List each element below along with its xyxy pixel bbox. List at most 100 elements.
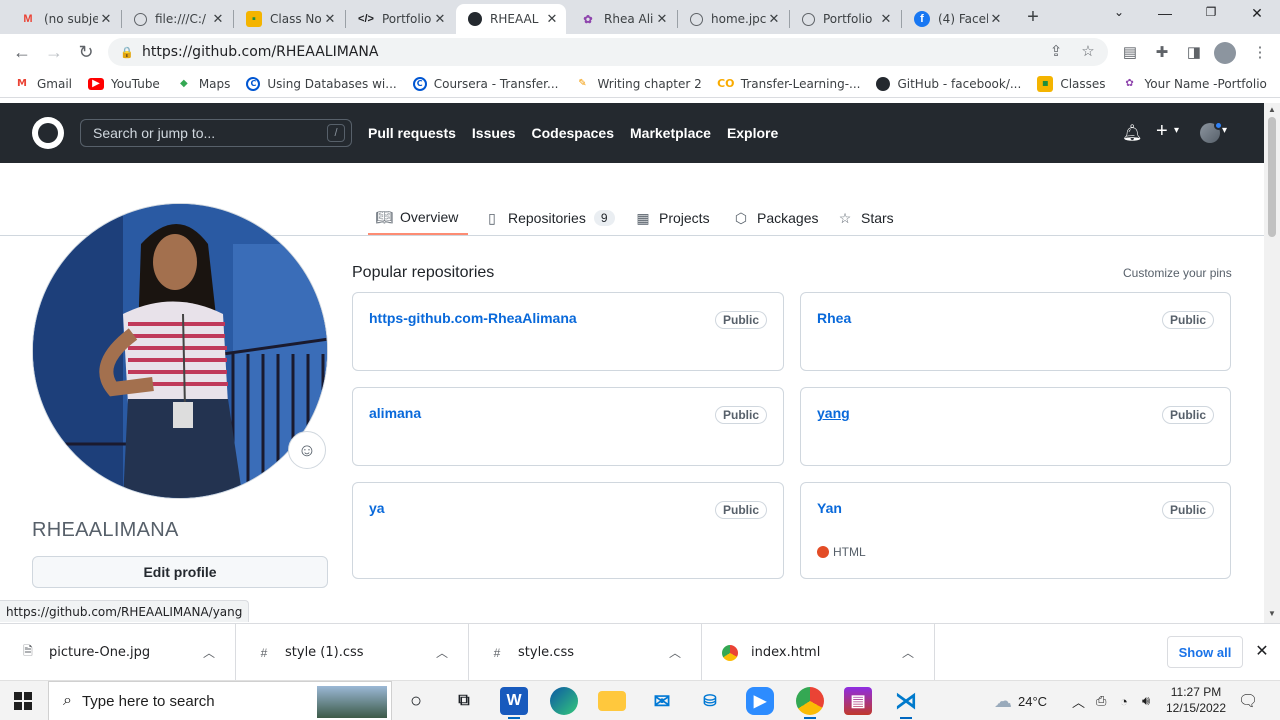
- scroll-down-icon[interactable]: ▼: [1267, 609, 1277, 618]
- repo-link[interactable]: Yan: [817, 500, 842, 516]
- browser-tab[interactable]: home.jpc ✕: [678, 4, 788, 34]
- cortana-icon[interactable]: ○: [402, 687, 430, 715]
- notifications-icon[interactable]: 🗨︎: [1238, 681, 1258, 720]
- show-hidden-icons[interactable]: ︿: [1072, 681, 1085, 720]
- chevron-up-icon[interactable]: ︿: [663, 644, 687, 661]
- profile-avatar[interactable]: [1214, 42, 1236, 64]
- nav-explore[interactable]: Explore: [727, 125, 778, 141]
- scrollbar-thumb[interactable]: [1268, 117, 1276, 237]
- side-panel-icon[interactable]: ◨: [1184, 43, 1204, 63]
- tab-packages[interactable]: ⬡ Packages: [725, 201, 826, 235]
- github-logo-icon[interactable]: [32, 117, 64, 149]
- nav-marketplace[interactable]: Marketplace: [630, 125, 711, 141]
- vscode-app-icon[interactable]: ⋊: [892, 687, 920, 719]
- new-tab-button[interactable]: +: [1022, 6, 1044, 28]
- reading-list-icon[interactable]: ▤: [1120, 43, 1140, 63]
- close-tab-icon[interactable]: ✕: [98, 11, 114, 27]
- download-item[interactable]: index.html ︿: [702, 624, 935, 681]
- meet-now-icon[interactable]: ⎙: [1096, 681, 1106, 720]
- search-input[interactable]: Search or jump to... /: [80, 119, 352, 147]
- browser-tab[interactable]: file:///C:/ ✕: [122, 4, 232, 34]
- browser-tab[interactable]: ✿ Rhea Alir ✕: [568, 4, 676, 34]
- browser-tab[interactable]: ▪ Class No ✕: [234, 4, 344, 34]
- file-explorer-icon[interactable]: [598, 691, 626, 711]
- windows-start-icon[interactable]: [14, 692, 32, 710]
- volume-icon[interactable]: 🔊︎: [1142, 681, 1150, 720]
- tab-projects[interactable]: ▦ Projects: [627, 201, 718, 235]
- page-scrollbar[interactable]: ▲ ▼: [1264, 103, 1280, 623]
- close-tab-icon[interactable]: ✕: [432, 11, 448, 27]
- bookmark-classes[interactable]: ▪ Classes: [1037, 75, 1106, 92]
- bookmark-gmail[interactable]: M Gmail: [14, 76, 72, 92]
- close-tab-icon[interactable]: ✕: [878, 11, 894, 27]
- wifi-icon[interactable]: ◔: [1120, 681, 1128, 720]
- extensions-icon[interactable]: ✚: [1152, 43, 1172, 63]
- menu-icon[interactable]: ⋮: [1250, 43, 1270, 63]
- bell-icon[interactable]: 🔔︎: [1122, 123, 1142, 143]
- tab-repositories[interactable]: ▯ Repositories 9: [476, 201, 623, 235]
- tab-overview[interactable]: 📖︎ Overview: [368, 201, 468, 235]
- close-tab-icon[interactable]: ✕: [654, 11, 670, 27]
- word-app-icon[interactable]: W: [500, 687, 528, 719]
- task-view-icon[interactable]: ⧉: [450, 687, 478, 715]
- bookmark-portfolio[interactable]: ✿ Your Name -Portfolio: [1122, 76, 1267, 92]
- bookmark-github[interactable]: GitHub - facebook/...: [876, 76, 1021, 91]
- bookmark-writing[interactable]: ✎ Writing chapter 2: [574, 76, 702, 92]
- browser-tab[interactable]: Portfolio ✕: [790, 4, 900, 34]
- browser-tab[interactable]: f (4) Faceb ✕: [902, 4, 1010, 34]
- nav-codespaces[interactable]: Codespaces: [532, 125, 614, 141]
- bookmark-coursera[interactable]: C Coursera - Transfer...: [412, 76, 558, 91]
- bookmark-star-icon[interactable]: ☆: [1078, 42, 1098, 62]
- close-tab-icon[interactable]: ✕: [322, 11, 338, 27]
- create-new-icon[interactable]: +: [1156, 120, 1168, 143]
- forward-button[interactable]: →: [42, 41, 66, 63]
- close-tab-icon[interactable]: ✕: [544, 11, 560, 27]
- set-status-button[interactable]: ☺: [288, 431, 326, 469]
- close-downloads-icon[interactable]: ✕: [1253, 641, 1271, 661]
- repo-link[interactable]: Rhea: [817, 310, 851, 326]
- nav-issues[interactable]: Issues: [472, 125, 516, 141]
- reload-button[interactable]: ↻: [74, 41, 98, 63]
- bookmark-colab[interactable]: CO Transfer-Learning-...: [717, 76, 860, 92]
- scroll-up-icon[interactable]: ▲: [1267, 105, 1277, 114]
- minimize-button[interactable]: —: [1150, 5, 1180, 25]
- back-button[interactable]: ←: [10, 41, 34, 63]
- download-item[interactable]: # style (1).css ︿: [236, 624, 469, 681]
- repo-link[interactable]: ya: [369, 500, 385, 516]
- taskbar-search-input[interactable]: ⌕ Type here to search: [48, 681, 392, 720]
- system-clock[interactable]: 11:27 PM 12/15/2022: [1164, 684, 1228, 716]
- bookmark-maps[interactable]: ◆ Maps: [176, 76, 230, 92]
- customize-pins-link[interactable]: Customize your pins: [1123, 266, 1232, 280]
- download-item[interactable]: 🗎︎ picture-One.jpg ︿: [0, 624, 236, 681]
- chevron-up-icon[interactable]: ︿: [197, 644, 221, 661]
- edit-profile-button[interactable]: Edit profile: [32, 556, 328, 588]
- nav-pull-requests[interactable]: Pull requests: [368, 125, 456, 141]
- profile-avatar-image[interactable]: [32, 203, 328, 499]
- edge-app-icon[interactable]: [550, 687, 578, 715]
- chevron-up-icon[interactable]: ︿: [896, 644, 920, 661]
- browser-tab[interactable]: M (no subje ✕: [8, 4, 120, 34]
- winrar-app-icon[interactable]: ▤: [844, 687, 872, 715]
- repo-link[interactable]: alimana: [369, 405, 421, 421]
- browser-tab[interactable]: </> Portfolio ✕: [346, 4, 454, 34]
- repo-link[interactable]: https-github.com-RheaAlimana: [369, 310, 577, 326]
- close-window-button[interactable]: ✕: [1242, 5, 1272, 25]
- chevron-up-icon[interactable]: ︿: [430, 644, 454, 661]
- close-tab-icon[interactable]: ✕: [988, 11, 1004, 27]
- zoom-app-icon[interactable]: ▶: [746, 687, 774, 715]
- bookmark-youtube[interactable]: ▶ YouTube: [88, 77, 160, 91]
- mail-app-icon[interactable]: ✉: [648, 687, 676, 715]
- tab-search-icon[interactable]: ⌄: [1104, 5, 1134, 25]
- address-bar[interactable]: 🔒 https://github.com/RHEAALIMANA ⇪ ☆: [108, 38, 1108, 66]
- download-item[interactable]: # style.css ︿: [469, 624, 702, 681]
- browser-tab-active[interactable]: RHEAAL ✕: [456, 4, 566, 34]
- tab-stars[interactable]: ☆ Stars: [829, 201, 902, 235]
- show-all-downloads-button[interactable]: Show all: [1167, 636, 1243, 668]
- store-app-icon[interactable]: ⛁: [696, 687, 724, 715]
- share-icon[interactable]: ⇪: [1046, 42, 1066, 62]
- close-tab-icon[interactable]: ✕: [766, 11, 782, 27]
- weather-widget[interactable]: ☁ 24°C: [994, 681, 1047, 720]
- repo-link[interactable]: yang: [817, 405, 850, 421]
- restore-button[interactable]: ❐: [1196, 5, 1226, 25]
- chrome-app-icon[interactable]: [796, 687, 824, 719]
